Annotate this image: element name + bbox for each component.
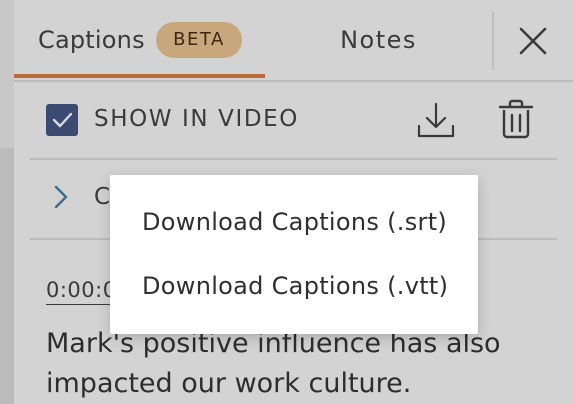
- download-menu: Download Captions (.srt) Download Captio…: [110, 175, 478, 334]
- download-button[interactable]: [416, 100, 456, 140]
- caption-toolbar: SHOW IN VIDEO: [30, 80, 557, 160]
- tab-notes[interactable]: Notes: [265, 0, 492, 80]
- section-label: C: [94, 184, 112, 210]
- download-srt-option[interactable]: Download Captions (.srt): [110, 192, 478, 254]
- show-in-video-checkbox[interactable]: [46, 104, 78, 136]
- tab-notes-label: Notes: [340, 26, 417, 54]
- download-vtt-label: Download Captions (.vtt): [142, 272, 449, 300]
- close-button[interactable]: [510, 18, 556, 64]
- tab-divider: [492, 12, 494, 70]
- download-icon: [417, 102, 455, 138]
- tab-captions[interactable]: Captions BETA: [14, 0, 265, 80]
- chevron-right-icon: [54, 185, 68, 209]
- caption-text[interactable]: Mark's positive influence has also impac…: [46, 324, 566, 404]
- caption-timestamp[interactable]: 0:00:0: [46, 278, 117, 305]
- download-vtt-option[interactable]: Download Captions (.vtt): [110, 256, 478, 318]
- delete-button[interactable]: [496, 98, 536, 140]
- close-icon: [519, 27, 547, 55]
- download-srt-label: Download Captions (.srt): [142, 208, 448, 236]
- tab-bar: Captions BETA Notes: [14, 0, 573, 82]
- left-grey-block: [0, 148, 14, 404]
- checkmark-icon: [52, 112, 73, 128]
- left-strip: [0, 0, 14, 404]
- trash-icon: [498, 99, 534, 139]
- tab-captions-label: Captions: [38, 26, 145, 54]
- active-tab-indicator: [14, 74, 265, 78]
- beta-badge: BETA: [156, 22, 242, 58]
- show-in-video-label[interactable]: SHOW IN VIDEO: [94, 106, 299, 132]
